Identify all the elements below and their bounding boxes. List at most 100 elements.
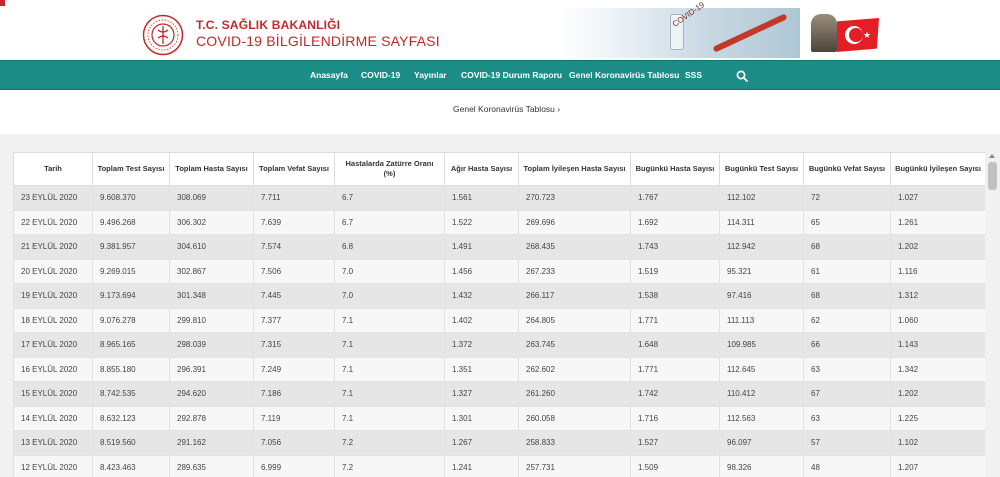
- cell-total-recovered: 268.435: [518, 234, 631, 260]
- cell-daily-cases: 1.519: [630, 258, 720, 284]
- cell-total-cases: 306.302: [169, 209, 254, 235]
- cell-total-tests: 9.076.278: [92, 307, 170, 333]
- breadcrumb[interactable]: Genel Koronavirüs Tablosu ›: [453, 104, 560, 114]
- search-button[interactable]: [729, 64, 755, 88]
- cell-daily-recovered: 1.143: [890, 332, 985, 358]
- nav-item-general-table[interactable]: Genel Koronavirüs Tablosu: [569, 70, 679, 80]
- cell-date: 18 EYLÜL 2020: [13, 307, 93, 333]
- cell-total-recovered: 269.696: [518, 209, 631, 235]
- cell-total-recovered: 257.731: [518, 454, 631, 477]
- nav-item-publications[interactable]: Yayınlar: [414, 70, 447, 80]
- cell-total-recovered: 267.233: [518, 258, 631, 284]
- table-row: 23 EYLÜL 2020 9.608.370 308.069 7.711 6.7 1.5…: [13, 185, 985, 211]
- cell-pneumonia-rate: 7.1: [334, 381, 445, 407]
- column-header-daily-deaths[interactable]: Bugünkü Vefat Sayısı: [803, 152, 891, 186]
- cell-pneumonia-rate: 7.1: [334, 405, 445, 431]
- column-header-total-tests[interactable]: Toplam Test Sayısı: [92, 152, 170, 186]
- cell-daily-deaths: 65: [803, 209, 891, 235]
- cell-total-deaths: 7.056: [253, 430, 335, 456]
- column-header-pneumonia-rate[interactable]: Hastalarda Zatürre Oranı (%): [334, 152, 445, 186]
- syringe-icon: [712, 13, 788, 53]
- nav-item-home[interactable]: Anasayfa: [310, 70, 348, 80]
- cell-total-tests: 9.381.957: [92, 234, 170, 260]
- cell-daily-tests: 95.321: [719, 258, 804, 284]
- table-scrollbar[interactable]: [986, 152, 999, 477]
- cell-daily-deaths: 72: [803, 185, 891, 211]
- cell-total-deaths: 7.315: [253, 332, 335, 358]
- cell-date: 15 EYLÜL 2020: [13, 381, 93, 407]
- cell-daily-deaths: 68: [803, 234, 891, 260]
- cell-total-recovered: 262.602: [518, 356, 631, 382]
- coronavirus-table: Tarih Toplam Test Sayısı Toplam Hasta Sa…: [13, 152, 985, 477]
- cell-daily-recovered: 1.116: [890, 258, 985, 284]
- cell-date: 13 EYLÜL 2020: [13, 430, 93, 456]
- column-header-daily-tests[interactable]: Bugünkü Test Sayısı: [719, 152, 804, 186]
- scroll-up-arrow-icon[interactable]: [989, 154, 995, 158]
- table-header-row: Tarih Toplam Test Sayısı Toplam Hasta Sa…: [13, 152, 985, 186]
- cell-total-cases: 296.391: [169, 356, 254, 382]
- table-row: 12 EYLÜL 2020 8.423.463 289.635 6.999 7.2 1.2…: [13, 454, 985, 477]
- cell-critical-cases: 1.327: [444, 381, 519, 407]
- table-row: 14 EYLÜL 2020 8.632.123 292.878 7.119 7.1 1.3…: [13, 405, 985, 431]
- cell-daily-tests: 112.942: [719, 234, 804, 260]
- column-header-daily-recovered[interactable]: Bugünkü İyileşen Sayısı: [890, 152, 985, 186]
- cell-pneumonia-rate: 7.2: [334, 430, 445, 456]
- table-row: 22 EYLÜL 2020 9.496.268 306.302 7.639 6.7 1.5…: [13, 209, 985, 235]
- cell-total-tests: 9.608.370: [92, 185, 170, 211]
- cell-total-deaths: 7.186: [253, 381, 335, 407]
- cell-total-cases: 289.635: [169, 454, 254, 477]
- table-row: 17 EYLÜL 2020 8.965.165 298.039 7.315 7.1 1.3…: [13, 332, 985, 358]
- cell-daily-tests: 112.563: [719, 405, 804, 431]
- column-header-date[interactable]: Tarih: [13, 152, 93, 186]
- cell-daily-deaths: 67: [803, 381, 891, 407]
- column-header-total-deaths[interactable]: Toplam Vefat Sayısı: [253, 152, 335, 186]
- cell-critical-cases: 1.432: [444, 283, 519, 309]
- cell-daily-cases: 1.771: [630, 307, 720, 333]
- cell-daily-deaths: 63: [803, 405, 891, 431]
- cell-daily-tests: 111.113: [719, 307, 804, 333]
- cell-total-tests: 9.269.015: [92, 258, 170, 284]
- cell-daily-deaths: 66: [803, 332, 891, 358]
- cell-total-tests: 8.632.123: [92, 405, 170, 431]
- cell-critical-cases: 1.561: [444, 185, 519, 211]
- cell-total-tests: 8.855.180: [92, 356, 170, 382]
- cell-total-tests: 8.742.535: [92, 381, 170, 407]
- scroll-thumb[interactable]: [988, 162, 997, 190]
- cell-total-tests: 8.423.463: [92, 454, 170, 477]
- site-title[interactable]: COVID-19 BİLGİLENDİRME SAYFASI: [196, 33, 440, 49]
- ministry-name[interactable]: T.C. SAĞLIK BAKANLIĞI: [196, 18, 340, 32]
- cell-total-cases: 291.162: [169, 430, 254, 456]
- nav-item-covid19[interactable]: COVID-19: [361, 70, 400, 80]
- nav-item-status-report[interactable]: COVID-19 Durum Raporu: [461, 70, 562, 80]
- cell-total-deaths: 7.377: [253, 307, 335, 333]
- cell-daily-cases: 1.538: [630, 283, 720, 309]
- column-header-total-cases[interactable]: Toplam Hasta Sayısı: [169, 152, 254, 186]
- cell-critical-cases: 1.301: [444, 405, 519, 431]
- nav-item-faq[interactable]: SSS: [685, 70, 702, 80]
- cell-total-deaths: 7.506: [253, 258, 335, 284]
- cell-daily-cases: 1.771: [630, 356, 720, 382]
- column-header-daily-cases[interactable]: Bugünkü Hasta Sayısı: [630, 152, 720, 186]
- cell-daily-tests: 98.326: [719, 454, 804, 477]
- table-row: 21 EYLÜL 2020 9.381.957 304.610 7.574 6.8 1.4…: [13, 234, 985, 260]
- cell-daily-deaths: 48: [803, 454, 891, 477]
- column-header-critical-cases[interactable]: Ağır Hasta Sayısı: [444, 152, 519, 186]
- cell-daily-recovered: 1.060: [890, 307, 985, 333]
- cell-daily-deaths: 61: [803, 258, 891, 284]
- column-header-total-recovered[interactable]: Toplam İyileşen Hasta Sayısı: [518, 152, 631, 186]
- ministry-logo-icon[interactable]: [142, 14, 184, 56]
- table-row: 18 EYLÜL 2020 9.076.278 299.810 7.377 7.1 1.4…: [13, 307, 985, 333]
- corner-mark: [0, 0, 5, 6]
- cell-critical-cases: 1.491: [444, 234, 519, 260]
- cell-pneumonia-rate: 7.0: [334, 258, 445, 284]
- cell-daily-tests: 112.645: [719, 356, 804, 382]
- cell-critical-cases: 1.241: [444, 454, 519, 477]
- cell-total-tests: 9.496.268: [92, 209, 170, 235]
- cell-daily-tests: 97.416: [719, 283, 804, 309]
- cell-total-cases: 294.620: [169, 381, 254, 407]
- cell-total-recovered: 260.058: [518, 405, 631, 431]
- table-row: 15 EYLÜL 2020 8.742.535 294.620 7.186 7.1 1.3…: [13, 381, 985, 407]
- cell-daily-cases: 1.509: [630, 454, 720, 477]
- cell-daily-cases: 1.743: [630, 234, 720, 260]
- cell-daily-tests: 96.097: [719, 430, 804, 456]
